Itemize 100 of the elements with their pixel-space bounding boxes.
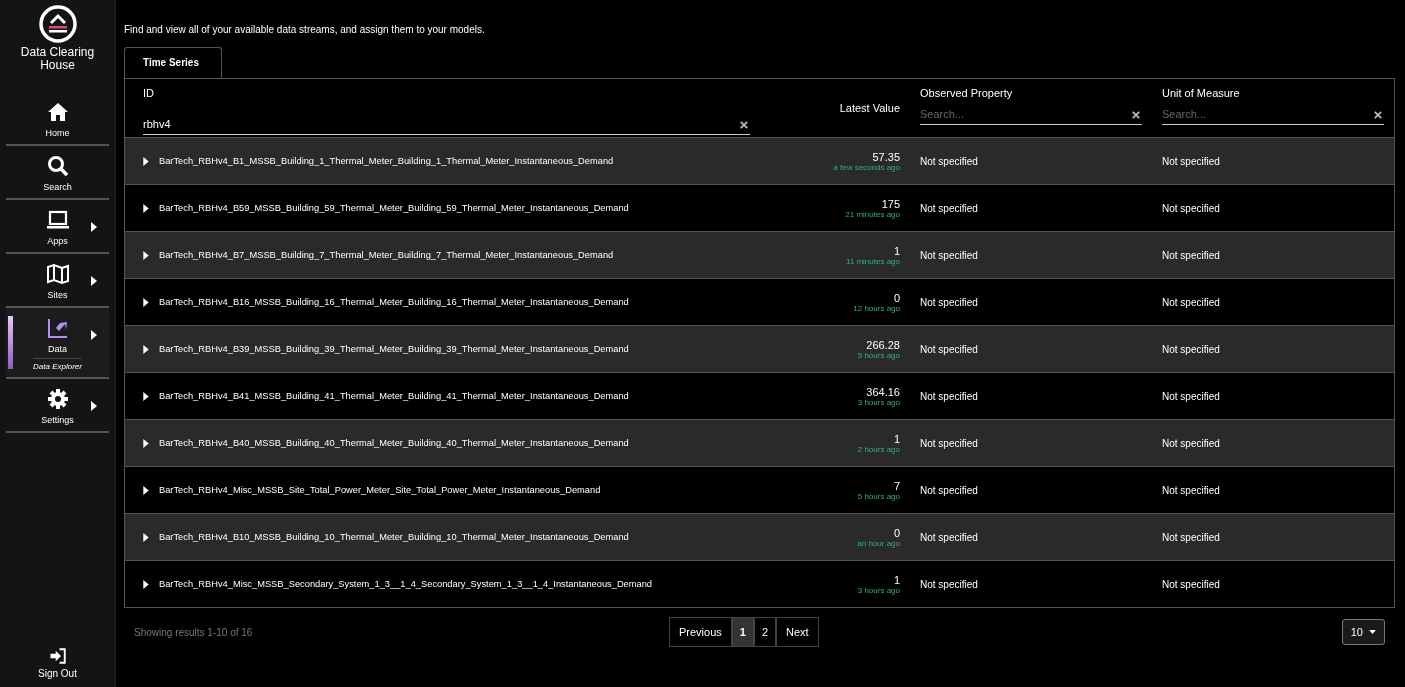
chart-icon — [45, 316, 70, 340]
nav-item[interactable]: Apps — [6, 200, 109, 254]
stream-id: BarTech_RBHv4_B16_MSSB_Building_16_Thermal_Meter_Building_16_Thermal_Meter_Instantaneous_Demand — [159, 297, 629, 307]
table-cell: Not specified — [1162, 390, 1220, 402]
logo-icon — [37, 4, 78, 44]
table-cell: Not specified — [1162, 343, 1220, 355]
table-cell: Not specified — [1162, 578, 1220, 590]
nav-label: Home — [45, 128, 70, 138]
map-icon — [45, 262, 70, 286]
clear-icon[interactable] — [740, 121, 748, 129]
expand-icon[interactable] — [143, 391, 149, 401]
stream-id: BarTech_RBHv4_B41_MSSB_Building_41_Thermal_Meter_Building_41_Thermal_Meter_Instantaneous_Demand — [159, 391, 629, 401]
updated-time: 3 hours ago — [857, 585, 900, 595]
nav-label: Settings — [41, 415, 74, 425]
nav-label: Search — [43, 182, 72, 192]
table-cell: Not specified — [1162, 437, 1220, 449]
updated-time: an hour ago — [857, 538, 900, 548]
sign-out-button[interactable]: Sign Out — [0, 647, 115, 687]
nav-label: Apps — [47, 236, 68, 246]
expand-icon[interactable] — [143, 438, 149, 448]
clear-icon[interactable] — [1132, 111, 1140, 119]
expand-icon[interactable] — [143, 156, 149, 166]
expand-icon[interactable] — [143, 297, 149, 307]
table-cell: Not specified — [920, 296, 978, 308]
search-icon — [45, 154, 70, 178]
column-header: Observed Property — [920, 87, 1014, 99]
expand-icon[interactable] — [143, 485, 149, 495]
page-size-dropdown[interactable]: 10 — [1341, 619, 1385, 645]
table-cell: Not specified — [1162, 202, 1220, 214]
table-cell: Not specified — [1162, 484, 1220, 496]
column-header: Latest Value — [839, 102, 900, 114]
table-cell: Not specified — [920, 437, 978, 449]
table-cell: Not specified — [920, 531, 978, 543]
latest-value: 0 — [893, 526, 900, 539]
latest-value: 1 — [893, 573, 900, 586]
expand-icon[interactable] — [143, 203, 149, 213]
table-cell: Not specified — [920, 249, 978, 261]
tab[interactable]: Time Series — [124, 47, 222, 78]
updated-time: 12 hours ago — [853, 303, 900, 313]
expand-icon[interactable] — [143, 579, 149, 589]
app-name: Data Clearing House — [19, 46, 96, 72]
updated-time: 5 hours ago — [857, 350, 900, 360]
gear-icon — [45, 387, 70, 411]
stream-id: BarTech_RBHv4_B7_MSSB_Building_7_Thermal_Meter_Building_7_Thermal_Meter_Instantaneous_Demand — [159, 250, 614, 260]
page-description: Find and view all of your available data streams, and assign them to your models. — [124, 24, 486, 35]
nav-item[interactable]: Home — [6, 92, 109, 146]
nav-item[interactable]: Search — [6, 146, 109, 200]
filter-field[interactable]: Search... — [920, 105, 1142, 125]
page-button[interactable]: 1 — [731, 617, 754, 647]
table-cell: Not specified — [1162, 531, 1220, 543]
caret-icon — [1369, 630, 1376, 634]
table-cell: Not specified — [920, 343, 978, 355]
latest-value: 1 — [893, 244, 900, 257]
stream-id: BarTech_RBHv4_Misc_MSSB_Secondary_System_1_3__1_4_Secondary_System_1_3__1_4_Instantaneous_Demand — [159, 579, 653, 589]
laptop-icon — [45, 208, 70, 232]
nav-label: Sites — [47, 290, 68, 300]
stream-id: BarTech_RBHv4_B1_MSSB_Building_1_Thermal_Meter_Building_1_Thermal_Meter_Instantaneous_Demand — [159, 156, 614, 166]
table-cell: Not specified — [920, 578, 978, 590]
table-cell: Not specified — [1162, 296, 1220, 308]
stream-id: BarTech_RBHv4_Misc_MSSB_Site_Total_Power_Meter_Site_Total_Power_Meter_Instantaneous_Demand — [159, 485, 601, 495]
column-header: Unit of Measure — [1162, 87, 1241, 99]
nav-item[interactable]: Settings — [6, 379, 109, 433]
filter-field[interactable]: rbhv4 — [143, 115, 750, 135]
nav-label: Data — [48, 344, 67, 354]
latest-value: 364.16 — [866, 385, 900, 398]
page-button[interactable]: 2 — [753, 617, 777, 647]
column-header: ID — [143, 87, 155, 99]
table-cell: Not specified — [1162, 249, 1220, 261]
latest-value: 7 — [893, 479, 900, 492]
pagination-button[interactable]: Previous — [669, 617, 732, 647]
table-cell: Not specified — [920, 155, 978, 167]
table-cell: Not specified — [920, 390, 978, 402]
latest-value: 0 — [893, 291, 900, 304]
expand-icon[interactable] — [143, 250, 149, 260]
table-cell: Not specified — [1162, 155, 1220, 167]
table-cell: Not specified — [920, 484, 978, 496]
results-summary: Showing results 1-10 of 16 — [134, 626, 254, 638]
expand-icon[interactable] — [143, 344, 149, 354]
stream-id: BarTech_RBHv4_B10_MSSB_Building_10_Thermal_Meter_Building_10_Thermal_Meter_Instantaneous_Demand — [159, 532, 629, 542]
updated-time: 5 hours ago — [857, 491, 900, 501]
stream-id: BarTech_RBHv4_B59_MSSB_Building_59_Thermal_Meter_Building_59_Thermal_Meter_Instantaneous_Demand — [159, 203, 629, 213]
filter-field[interactable]: Search... — [1162, 105, 1384, 125]
stream-id: BarTech_RBHv4_B39_MSSB_Building_39_Thermal_Meter_Building_39_Thermal_Meter_Instantaneous_Demand — [159, 344, 629, 354]
updated-time: 21 minutes ago — [845, 209, 900, 219]
updated-time: 2 hours ago — [857, 444, 900, 454]
stream-id: BarTech_RBHv4_B40_MSSB_Building_40_Thermal_Meter_Building_40_Thermal_Meter_Instantaneous_Demand — [159, 438, 629, 448]
table-cell: Not specified — [920, 202, 978, 214]
sign-out-icon — [48, 647, 67, 665]
nav-item[interactable]: Data Data Explorer — [6, 308, 109, 379]
latest-value: 175 — [881, 197, 900, 210]
updated-time: 3 hours ago — [857, 397, 900, 407]
pagination-button[interactable]: Next — [776, 617, 819, 647]
clear-icon[interactable] — [1374, 111, 1382, 119]
nav-sub-label[interactable]: Data Explorer — [33, 358, 82, 371]
expand-icon[interactable] — [143, 532, 149, 542]
updated-time: 11 minutes ago — [845, 256, 900, 266]
updated-time: a few seconds ago — [833, 162, 900, 172]
latest-value: 1 — [893, 432, 900, 445]
latest-value: 57.35 — [872, 150, 900, 163]
latest-value: 266.28 — [866, 338, 900, 351]
